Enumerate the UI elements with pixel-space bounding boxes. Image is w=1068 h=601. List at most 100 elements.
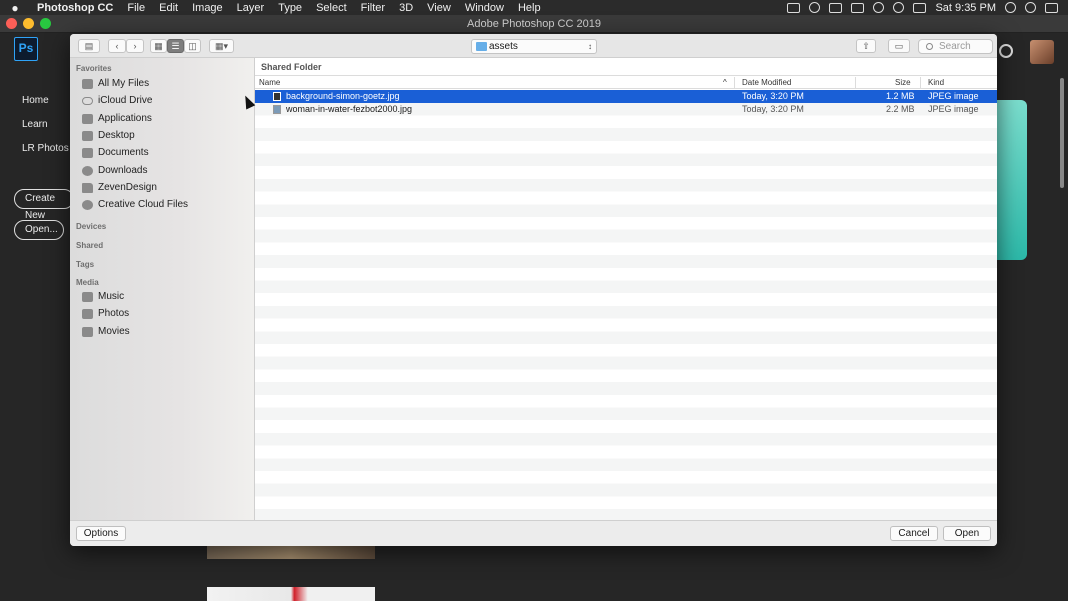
sidebar-item-label: iCloud Drive	[98, 95, 153, 106]
recent-file-thumbnail[interactable]	[207, 545, 375, 559]
tags-header[interactable]: Tags	[76, 260, 94, 269]
devices-header[interactable]: Devices	[76, 222, 106, 231]
film-icon	[82, 326, 93, 337]
back-icon[interactable]: ‹	[108, 39, 126, 53]
shared-header[interactable]: Shared	[76, 241, 103, 250]
applications-icon	[82, 113, 93, 124]
menu-view[interactable]: View	[420, 2, 458, 14]
sidebar-item-desktop[interactable]: Desktop	[82, 128, 250, 143]
create-new-button[interactable]: Create New	[14, 189, 74, 221]
nav-learn[interactable]: Learn	[22, 119, 48, 130]
sidebar-item-documents[interactable]: Documents	[82, 145, 250, 160]
column-header-name[interactable]: Name	[259, 78, 280, 87]
forward-icon[interactable]: ›	[126, 39, 144, 53]
sidebar-item-zevendesign[interactable]: ZevenDesign	[82, 180, 250, 195]
options-button[interactable]: Options	[76, 526, 126, 541]
sidebar-item-photos[interactable]: Photos	[82, 306, 250, 321]
sidebar-item-label: Documents	[98, 147, 149, 158]
file-kind: JPEG image	[928, 103, 979, 114]
menu-window[interactable]: Window	[458, 2, 511, 14]
close-window-button[interactable]	[6, 18, 17, 29]
search-input[interactable]: Search	[918, 39, 993, 54]
photoshop-logo: Ps	[14, 37, 38, 61]
user-icon[interactable]	[1005, 2, 1016, 13]
open-button[interactable]: Open	[943, 526, 991, 541]
sidebar-item-label: Photos	[98, 308, 130, 319]
sort-ascending-icon[interactable]: ^	[723, 78, 727, 87]
section-title: Shared Folder	[261, 62, 322, 72]
creative-cloud-icon[interactable]	[809, 2, 821, 13]
column-header-size[interactable]: Size	[895, 78, 911, 87]
apple-menu-icon[interactable]: ●	[0, 1, 30, 15]
recent-file-thumbnail[interactable]	[997, 100, 1027, 260]
control-strip-icon[interactable]	[851, 2, 865, 13]
sidebar-item-all-my-files[interactable]: All My Files	[82, 76, 250, 91]
file-icon	[273, 92, 281, 101]
file-size: 1.2 MB	[886, 91, 915, 101]
menu-select[interactable]: Select	[309, 2, 354, 14]
menu-app-name[interactable]: Photoshop CC	[30, 2, 120, 14]
menu-help[interactable]: Help	[511, 2, 548, 14]
downloads-icon	[82, 165, 93, 176]
sidebar-item-icloud-drive[interactable]: iCloud Drive	[82, 93, 250, 108]
recent-file-thumbnail[interactable]	[207, 587, 375, 601]
avatar[interactable]	[1030, 40, 1054, 64]
menu-3d[interactable]: 3D	[392, 2, 420, 14]
sidebar-toggle-icon[interactable]: ▤	[78, 39, 100, 53]
column-view-icon[interactable]: ◫	[184, 39, 201, 53]
sidebar-item-applications[interactable]: Applications	[82, 111, 250, 126]
sidebar-item-label: ZevenDesign	[98, 182, 157, 193]
menu-image[interactable]: Image	[185, 2, 230, 14]
sidebar-item-label: Music	[98, 291, 125, 302]
sidebar-item-music[interactable]: Music	[82, 289, 250, 304]
column-header-kind[interactable]: Kind	[928, 78, 944, 87]
column-header-date-modified[interactable]: Date Modified	[742, 78, 791, 87]
dialog-sidebar: Favorites All My Files iCloud Drive Appl…	[70, 58, 255, 520]
share-icon[interactable]: ⇧	[856, 39, 876, 53]
menu-bar: ● Photoshop CC File Edit Image Layer Typ…	[0, 0, 1068, 15]
sidebar-item-label: Creative Cloud Files	[98, 199, 189, 210]
sidebar-item-label: Desktop	[98, 130, 135, 141]
search-placeholder: Search	[939, 41, 971, 52]
tag-icon[interactable]: ▭	[888, 39, 910, 53]
nav-lr-photos[interactable]: LR Photos	[22, 143, 69, 154]
search-icon[interactable]	[999, 44, 1013, 58]
time-machine-icon[interactable]	[873, 2, 885, 13]
menu-edit[interactable]: Edit	[152, 2, 185, 14]
camera-icon	[82, 308, 93, 319]
cancel-button[interactable]: Cancel	[890, 526, 938, 541]
window-controls	[6, 18, 51, 29]
airplay-icon[interactable]	[913, 2, 927, 13]
nav-home[interactable]: Home	[22, 95, 49, 106]
sidebar-item-label: Movies	[98, 326, 130, 337]
screen-record-icon[interactable]	[787, 2, 801, 13]
file-name: background-simon-goetz.jpg	[286, 91, 400, 101]
sidebar-item-downloads[interactable]: Downloads	[82, 163, 250, 178]
table-row[interactable]: woman-in-water-fezbot2000.jpg Today, 3:2…	[255, 103, 997, 116]
gallery-view-icon[interactable]: ▦▾	[209, 39, 234, 53]
sidebar-item-label: All My Files	[98, 78, 150, 89]
open-file-button[interactable]: Open...	[14, 220, 64, 240]
icon-view-icon[interactable]: ▦	[150, 39, 167, 53]
menu-type[interactable]: Type	[271, 2, 309, 14]
location-label: assets	[489, 41, 518, 52]
scrollbar[interactable]	[1060, 78, 1064, 188]
menu-file[interactable]: File	[120, 2, 152, 14]
menu-filter[interactable]: Filter	[354, 2, 392, 14]
chevron-updown-icon: ↕	[588, 42, 592, 51]
spotlight-icon[interactable]	[1025, 2, 1036, 13]
menu-layer[interactable]: Layer	[230, 2, 272, 14]
notification-center-icon[interactable]	[1045, 2, 1058, 13]
list-view-icon[interactable]: ☰	[167, 39, 184, 53]
battery-icon[interactable]	[829, 2, 843, 13]
clock[interactable]: Sat 9:35 PM	[935, 2, 996, 14]
folder-icon	[82, 182, 93, 193]
minimize-window-button[interactable]	[23, 18, 34, 29]
location-popup[interactable]: assets ↕	[471, 39, 597, 54]
file-date: Today, 3:20 PM	[742, 103, 804, 114]
table-row[interactable]: background-simon-goetz.jpg Today, 3:20 P…	[255, 90, 997, 103]
wifi-icon[interactable]	[893, 2, 905, 13]
sidebar-item-creative-cloud-files[interactable]: Creative Cloud Files	[82, 197, 250, 212]
zoom-window-button[interactable]	[40, 18, 51, 29]
sidebar-item-movies[interactable]: Movies	[82, 324, 250, 339]
